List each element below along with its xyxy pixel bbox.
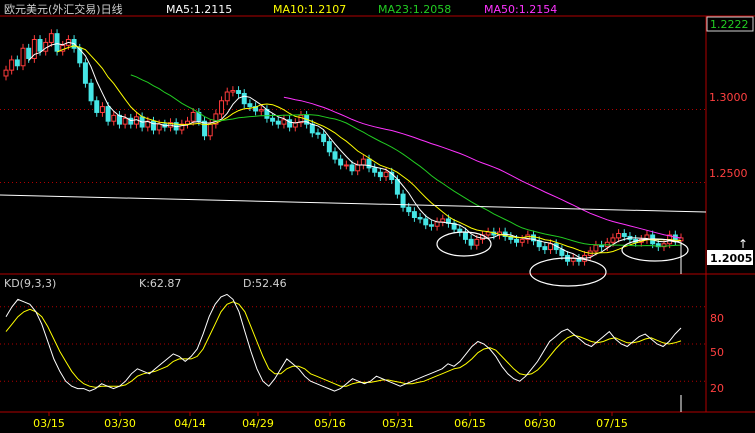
candle-down (428, 224, 434, 227)
ma5-label: MA5:1.2115 (166, 3, 232, 16)
candle-down (349, 164, 355, 172)
candle-up (224, 91, 230, 102)
candle-down (236, 90, 242, 94)
candle-up (343, 164, 349, 167)
candle-up (190, 111, 196, 122)
date-tick-label: 05/31 (382, 417, 414, 430)
candle-up (610, 237, 616, 243)
candle-down (275, 120, 281, 125)
candle-down (54, 33, 60, 52)
candle-up (485, 231, 491, 236)
candle-down (599, 244, 605, 248)
price-tick-1300: 1.3000 (709, 91, 748, 104)
candle-down (105, 106, 111, 122)
date-tick-label: 03/30 (104, 417, 136, 430)
candle-down (462, 231, 468, 240)
candle-up (355, 164, 361, 172)
candle-up (258, 109, 264, 112)
kd-k-value: K:62.87 (139, 277, 181, 290)
candle-down (14, 59, 20, 67)
candle-down (400, 193, 406, 208)
ma23-label: MA23:1.2058 (378, 3, 451, 16)
candle-down (377, 171, 383, 178)
candle-up (616, 233, 622, 239)
candle-up (593, 244, 599, 252)
candle-down (94, 100, 100, 113)
candle-down (326, 141, 332, 153)
candle-down (366, 158, 372, 169)
candle-down (37, 39, 43, 52)
candle-down (411, 211, 417, 218)
candle-down (247, 103, 253, 108)
candle-up (434, 221, 440, 227)
candle-down (536, 240, 542, 248)
candle-up (519, 238, 525, 243)
candle-down (241, 92, 247, 105)
candle-up (440, 218, 446, 223)
date-tick-label: 04/14 (174, 417, 206, 430)
candle-up (99, 106, 105, 113)
candle-up (281, 119, 287, 125)
date-tick-label: 07/15 (596, 417, 628, 430)
date-tick-label: 06/30 (524, 417, 556, 430)
chart-title: 欧元美元(外汇交易)日线 (4, 2, 123, 16)
candle-down (394, 179, 400, 195)
candle-up (111, 114, 117, 122)
cursor-arrow-icon: ↑ (738, 237, 748, 251)
chart-background (0, 0, 755, 433)
cursor-price-label: 1.2005 (710, 252, 752, 265)
candle-down (468, 238, 474, 246)
candle-up (156, 123, 162, 131)
candle-down (372, 167, 378, 173)
candle-up (548, 243, 554, 251)
candle-up (48, 33, 54, 43)
date-tick-label: 06/15 (454, 417, 486, 430)
candle-down (26, 47, 32, 59)
kd-tick-50: 50 (710, 346, 724, 359)
candle-up (474, 238, 480, 246)
candle-down (542, 246, 548, 251)
kd-tick-20: 20 (710, 382, 724, 395)
candle-down (270, 117, 276, 122)
candle-down (406, 206, 412, 213)
candle-up (360, 158, 366, 166)
candle-down (621, 233, 627, 237)
candle-down (150, 120, 156, 131)
ma10-label: MA10:1.2107 (273, 3, 346, 16)
kd-tick-80: 80 (710, 312, 724, 325)
date-tick-label: 05/16 (314, 417, 346, 430)
candle-down (88, 82, 94, 102)
candle-down (82, 62, 88, 84)
candle-up (185, 120, 190, 125)
kd-d-value: D:52.46 (243, 277, 287, 290)
kd-label: KD(9,3,3) (4, 277, 56, 290)
candle-up (20, 47, 26, 67)
price-tick-1250: 1.2500 (709, 167, 748, 180)
candle-up (207, 123, 213, 137)
candle-down (423, 218, 429, 226)
candle-down (332, 151, 338, 160)
candle-up (383, 171, 389, 178)
candle-down (514, 238, 519, 243)
date-tick-label: 03/15 (33, 417, 65, 430)
candle-down (338, 158, 344, 166)
ma50-label: MA50:1.2154 (484, 3, 557, 16)
candle-down (559, 249, 565, 256)
candle-down (309, 123, 315, 134)
candle-down (321, 133, 327, 143)
candle-up (3, 69, 9, 77)
candle-up (219, 100, 225, 115)
candle-down (315, 132, 321, 135)
candle-up (122, 117, 128, 125)
candle-up (9, 59, 15, 71)
candle-down (417, 216, 423, 220)
chart-canvas: 欧元美元(外汇交易)日线 MA5:1.2115 MA10:1.2107 MA23… (0, 0, 755, 433)
candle-up (230, 90, 236, 93)
date-tick-label: 04/29 (242, 417, 274, 430)
last-price-label: 1.2222 (710, 18, 749, 31)
